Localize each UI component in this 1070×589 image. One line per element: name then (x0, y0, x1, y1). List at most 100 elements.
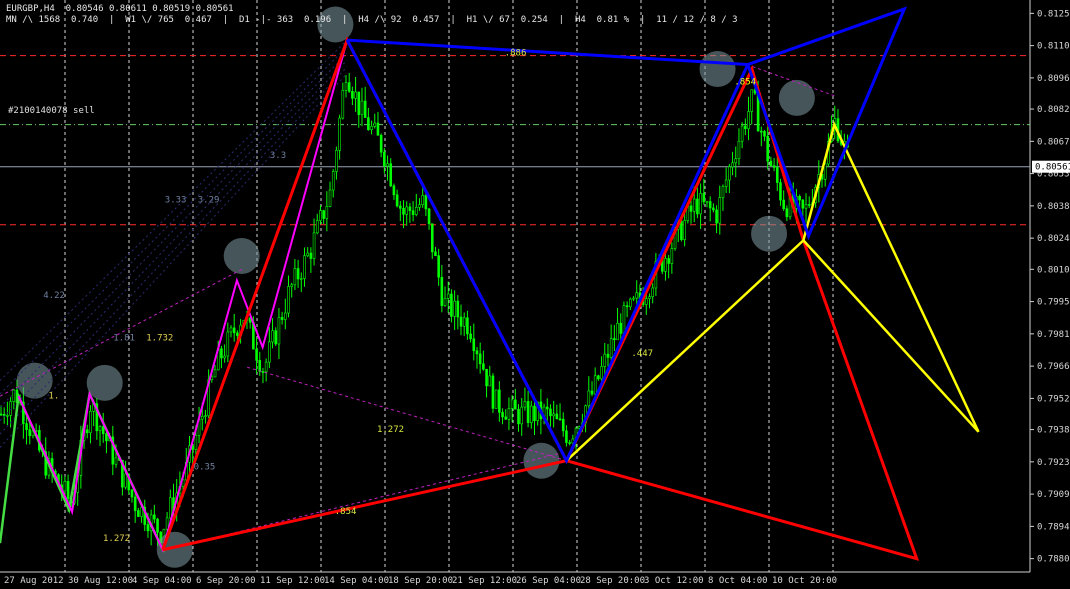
order-label: #2100140078 sell (8, 106, 95, 116)
candle-body (389, 163, 393, 187)
candle-body (488, 375, 492, 387)
x-tick-label: 18 Sep 20:00 (388, 576, 453, 586)
candle-body (680, 220, 683, 240)
candle-body (85, 429, 89, 434)
candle-body (670, 248, 674, 264)
candle-body (105, 433, 108, 442)
candle-body (440, 276, 444, 306)
candle-body (469, 333, 472, 340)
price-chart[interactable]: .886 .854 3.3 3.33 3.29 4.22 1.81 1.732 1. 1.272.… (0, 0, 1070, 589)
candle-body (597, 375, 600, 380)
candle-body (807, 204, 811, 206)
current-price-label: 0.80561 (1035, 163, 1070, 173)
candle-body (204, 415, 207, 418)
candle-body (731, 162, 734, 168)
candle-body (494, 389, 498, 409)
candle-body (545, 406, 549, 410)
candle-body (264, 361, 268, 373)
candle-body (312, 232, 316, 259)
candle-body (392, 185, 396, 196)
candle-body (427, 208, 431, 225)
candle-body (504, 416, 508, 420)
pivot-marker (699, 50, 736, 87)
candle-body (296, 268, 300, 280)
candle-body (609, 338, 613, 358)
ratio-label: 1.81 (113, 334, 135, 344)
candle-body (255, 348, 258, 361)
candle-body (533, 405, 536, 421)
candle-body (133, 496, 137, 511)
candle-body (169, 497, 172, 519)
candle-body (472, 338, 476, 352)
y-tick-label: 0.80675 (1037, 137, 1070, 147)
candle-body (386, 163, 389, 167)
candle-body (644, 298, 648, 305)
candle-body (405, 206, 409, 215)
candle-body (354, 91, 357, 99)
candle-body (478, 353, 482, 365)
candle-body (760, 130, 763, 133)
candle-body (498, 389, 501, 413)
y-tick-label: 0.80820 (1037, 105, 1070, 115)
candle-body (507, 408, 511, 420)
candle-body (338, 117, 341, 151)
candle-body (747, 111, 750, 130)
candle-body (434, 251, 437, 256)
candle-body (772, 165, 776, 168)
candle-body (526, 401, 530, 423)
candle-body (379, 135, 383, 153)
candle-body (277, 316, 281, 345)
candle-body (226, 331, 230, 357)
candle-body (12, 389, 16, 402)
candle-body (271, 330, 274, 343)
y-tick-label: 0.79520 (1037, 394, 1070, 404)
candle-body (309, 252, 313, 259)
y-tick-label: 0.79380 (1037, 426, 1070, 436)
ratio-label: .854 (734, 78, 756, 88)
candle-body (744, 125, 747, 130)
candle-body (459, 316, 463, 327)
y-tick-label: 0.80385 (1037, 202, 1070, 212)
candle-body (517, 408, 520, 425)
x-tick-label: 14 Sep 04:00 (324, 576, 389, 586)
candle-body (635, 292, 639, 299)
y-tick-label: 0.79665 (1037, 362, 1070, 372)
candle-body (408, 206, 412, 212)
candle-body (194, 435, 198, 450)
x-tick-label: 6 Sep 20:00 (196, 576, 256, 586)
candle-body (274, 330, 278, 345)
ratio-label: 3.29 (198, 196, 220, 206)
candle-body (823, 163, 827, 180)
candle-body (200, 415, 204, 420)
x-tick-label: 26 Sep 04:00 (516, 576, 581, 586)
candle-body (683, 220, 686, 240)
candle-body (590, 390, 594, 395)
candle-body (287, 286, 290, 314)
candle-body (619, 322, 623, 334)
candle-body (220, 348, 223, 359)
candle-body (651, 287, 654, 297)
candle-body (137, 510, 140, 517)
candle-body (315, 220, 319, 234)
ratio-label: 0.35 (194, 463, 216, 473)
candle-body (437, 255, 440, 278)
candle-body (737, 140, 741, 159)
candle-body (28, 429, 32, 437)
candle-body (421, 195, 424, 205)
candle-body (6, 415, 9, 417)
candle-body (223, 355, 226, 359)
candle-body (728, 166, 731, 181)
candle-body (456, 300, 460, 318)
candle-body (114, 457, 118, 465)
candle-body (750, 89, 754, 112)
ratio-label: .447 (631, 349, 653, 359)
x-tick-label: 21 Sep 12:00 (452, 576, 517, 586)
candle-body (779, 182, 782, 201)
chart-background (0, 0, 1070, 589)
candle-body (785, 208, 789, 218)
y-tick-label: 0.79235 (1037, 458, 1070, 468)
candle-body (373, 122, 377, 127)
candle-body (625, 305, 629, 308)
pivot-marker (86, 364, 123, 401)
candle-body (66, 481, 70, 499)
